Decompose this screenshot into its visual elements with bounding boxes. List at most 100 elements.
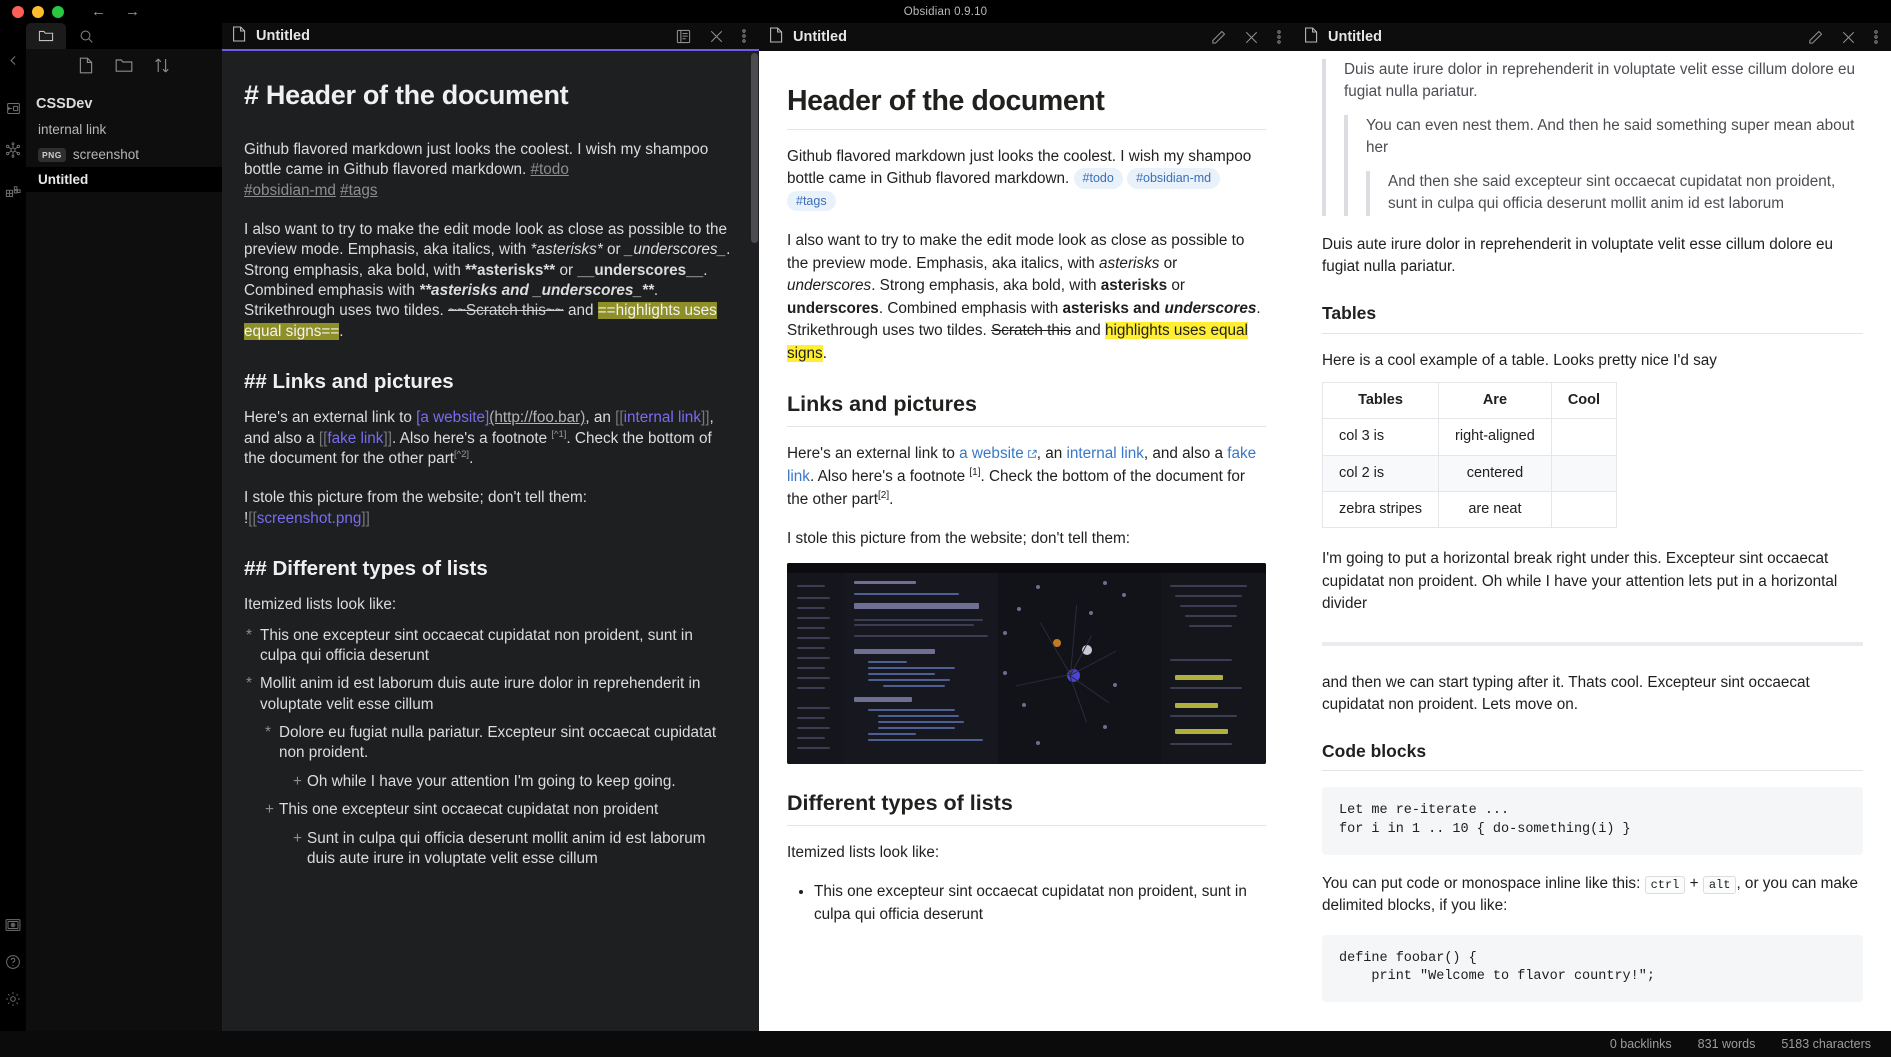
fake-link[interactable]: fake link xyxy=(327,430,383,447)
internal-link[interactable]: internal link xyxy=(624,409,701,426)
text: Here's an external link to xyxy=(787,444,960,462)
close-icon[interactable] xyxy=(1244,30,1259,45)
bracket: [[ xyxy=(248,509,257,527)
text: . xyxy=(889,491,894,508)
blockquote-level-3: And then she said excepteur sint occaeca… xyxy=(1366,170,1863,216)
question-circle-icon[interactable] xyxy=(2,943,24,980)
pane-2-title: Untitled xyxy=(793,29,847,45)
vertical-dots-icon[interactable] xyxy=(1277,29,1281,45)
source-markdown-editor[interactable]: # Header of the document Github flavored… xyxy=(222,51,759,869)
footnote-ref-1[interactable]: [^1] xyxy=(551,429,566,440)
pencil-icon[interactable] xyxy=(1211,30,1226,45)
close-window-button[interactable] xyxy=(12,5,24,18)
note-composer-icon[interactable] xyxy=(2,93,24,123)
pane-3-actions xyxy=(1808,29,1878,45)
window-controls[interactable] xyxy=(0,5,64,18)
pencil-icon[interactable] xyxy=(1808,30,1823,45)
sort-icon[interactable] xyxy=(154,57,170,79)
table-cell: zebra stripes xyxy=(1321,491,1440,529)
graph-icon[interactable] xyxy=(2,135,24,165)
text: + xyxy=(1685,874,1703,892)
vertical-dots-icon[interactable] xyxy=(1874,29,1878,45)
tab-search[interactable] xyxy=(66,23,106,49)
bold-italic-text: underscores xyxy=(1164,299,1257,317)
list-item: * Dolore eu fugiat nulla pariatur. Excep… xyxy=(244,723,733,764)
status-word-count[interactable]: 831 words xyxy=(1698,1037,1756,1051)
reading-view-icon[interactable] xyxy=(676,29,691,44)
footnote-ref-2[interactable]: [2] xyxy=(878,490,889,501)
pane-3-content[interactable]: Duis aute irure dolor in reprehenderit i… xyxy=(1294,51,1891,1031)
pane-3-title: Untitled xyxy=(1328,29,1382,45)
list-item: * Mollit anim id est laborum duis aute i… xyxy=(244,674,733,715)
h2-underline xyxy=(787,425,1266,427)
list-bullet: * xyxy=(246,626,252,644)
new-folder-icon[interactable] xyxy=(115,58,133,78)
external-link-a-website[interactable]: a website xyxy=(959,445,1024,462)
file-list-item-screenshot[interactable]: PNG screenshot xyxy=(26,142,222,167)
list-item-text: Dolore eu fugiat nulla pariatur. Excepte… xyxy=(279,724,717,762)
bold-underscores: __underscores__ xyxy=(577,261,704,279)
footnote-ref-1[interactable]: [1] xyxy=(969,467,980,478)
forward-arrow-icon[interactable]: → xyxy=(125,4,140,19)
external-link-label[interactable]: [a website] xyxy=(416,409,489,426)
text: or xyxy=(555,261,578,279)
vault-icon[interactable] xyxy=(2,906,24,943)
preview-paragraph-5: Itemized lists look like: xyxy=(787,843,940,861)
file-list-folder-cssdev[interactable]: CSSDev xyxy=(26,91,222,117)
file-explorer-sidebar: CSSDev internal link PNG screenshot Unti… xyxy=(26,23,222,1031)
tag-pill-obsidian-md[interactable]: #obsidian-md xyxy=(1127,168,1221,189)
embedded-image-screenshot[interactable] xyxy=(787,562,1266,764)
table-cell xyxy=(1550,418,1618,456)
table-cell: right-aligned xyxy=(1438,418,1552,456)
text: . Strong emphasis, aka bold, with xyxy=(871,277,1101,295)
status-bar: 0 backlinks 831 words 5183 characters xyxy=(0,1031,1891,1057)
italic-asterisks: *asterisks* xyxy=(530,241,603,259)
tag-todo[interactable]: #todo xyxy=(531,161,569,178)
status-character-count[interactable]: 5183 characters xyxy=(1781,1037,1871,1051)
bracket: ]] xyxy=(383,429,392,447)
tag-obsidian-md[interactable]: #obsidian-md xyxy=(244,182,336,199)
vertical-dots-icon[interactable] xyxy=(742,28,746,44)
gear-icon[interactable] xyxy=(2,980,24,1017)
text: or xyxy=(1159,254,1178,272)
close-icon[interactable] xyxy=(709,29,724,44)
status-backlinks[interactable]: 0 backlinks xyxy=(1610,1037,1672,1051)
list-bullet: * xyxy=(265,724,271,742)
code-block-1: Let me re-iterate ... for i in 1 .. 10 {… xyxy=(1322,787,1863,855)
tag-pill-tags[interactable]: #tags xyxy=(787,190,836,212)
pane-preview-mode-1: Untitled Header of the document Github f… xyxy=(759,23,1294,1031)
maximize-window-button[interactable] xyxy=(52,5,64,18)
screenshot-mock xyxy=(787,562,1266,764)
preview-h2-links: Links and pictures xyxy=(787,392,977,417)
pane-1-content[interactable]: # Header of the document Github flavored… xyxy=(222,51,759,1031)
pane-1-scrollbar[interactable] xyxy=(751,53,758,243)
tag-tags[interactable]: #tags xyxy=(340,182,377,199)
external-link-url[interactable]: (http://foo.bar) xyxy=(489,409,585,426)
table-row: col 2 is centered xyxy=(1321,454,1618,493)
source-h2-lists: ## Different types of lists xyxy=(244,557,488,581)
internal-link[interactable]: internal link xyxy=(1067,445,1144,462)
list-item: * This one excepteur sint occaecat cupid… xyxy=(244,626,733,667)
h3-underline xyxy=(1322,770,1863,772)
new-note-icon[interactable] xyxy=(78,57,94,79)
text: . xyxy=(469,450,474,468)
preview-rendered-markdown-2: Duis aute irure dolor in reprehenderit i… xyxy=(1294,51,1891,1002)
embed-link[interactable]: screenshot.png xyxy=(257,510,362,527)
back-arrow-icon[interactable]: ← xyxy=(91,4,106,19)
navigation-arrows[interactable]: ← → xyxy=(91,4,140,19)
tag-pill-todo[interactable]: #todo xyxy=(1073,168,1123,189)
close-icon[interactable] xyxy=(1841,30,1856,45)
file-list-item-untitled[interactable]: Untitled xyxy=(26,167,222,192)
pane-preview-mode-2: Untitled Duis aute irure dolor in repreh… xyxy=(1294,23,1891,1031)
blockquote-text: You can even nest them. And then he said… xyxy=(1366,116,1855,157)
footnote-ref-2[interactable]: [^2] xyxy=(454,449,469,460)
collapse-left-sidebar-button[interactable] xyxy=(2,45,24,75)
minimize-window-button[interactable] xyxy=(32,5,44,18)
pane-2-content[interactable]: Header of the document Github flavored m… xyxy=(759,51,1294,1031)
tab-files[interactable] xyxy=(26,23,66,49)
canvas-icon[interactable] xyxy=(2,177,24,207)
ribbon-bottom-actions xyxy=(2,906,24,1031)
bold-text: asterisks xyxy=(1100,277,1168,295)
file-list-item-internal-link[interactable]: internal link xyxy=(26,117,222,142)
italic-underscores: _underscores_ xyxy=(624,241,727,259)
